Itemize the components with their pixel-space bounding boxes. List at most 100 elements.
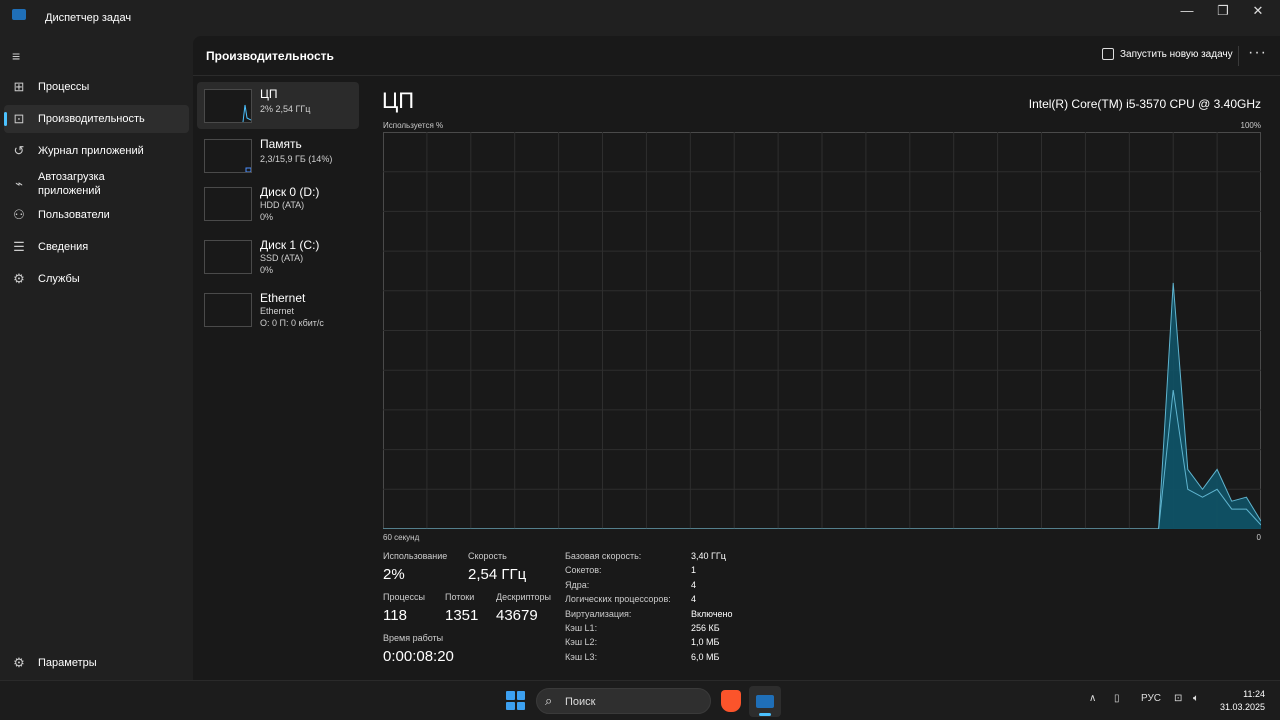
device-detail: 2,3/15,9 ГБ (14%) (260, 154, 333, 164)
info-label: Кэш L3: (565, 652, 598, 662)
usage-label: Использование (383, 551, 448, 561)
hamburger-menu-icon[interactable]: ≡ (12, 48, 20, 64)
device-memory[interactable]: Память 2,3/15,9 ГБ (14%) (197, 132, 359, 179)
page-title: Производительность (206, 49, 334, 63)
device-throughput: О: 0 П: 0 кбит/с (260, 318, 324, 328)
brave-browser-icon[interactable] (721, 690, 741, 712)
device-detail: Ethernet (260, 306, 295, 316)
chart-y-label: Используется % (383, 121, 444, 130)
sidebar: ≡ ⊞ Процессы ⊡ Производительность ↺ Журн… (0, 36, 193, 680)
sidebar-item-label: Процессы (38, 81, 90, 93)
clock[interactable]: 11:24 31.03.2025 (1220, 688, 1265, 714)
processes-value: 118 (383, 607, 407, 624)
active-indicator (4, 112, 7, 126)
taskbar-search[interactable]: ⌕ Поиск (536, 688, 711, 714)
performance-icon: ⊡ (13, 111, 25, 126)
sidebar-item-label: Автозагрузка приложений (38, 171, 105, 197)
processes-icon: ⊞ (13, 79, 25, 94)
sidebar-item-performance[interactable]: ⊡ Производительность (4, 105, 189, 133)
device-ethernet[interactable]: Ethernet Ethernet О: 0 П: 0 кбит/с (197, 286, 359, 333)
task-manager-app-icon (12, 9, 26, 20)
chart-x-min-label: 0 (1256, 533, 1261, 542)
speed-label: Скорость (468, 551, 507, 561)
details-icon: ☰ (13, 239, 25, 254)
device-disk-1[interactable]: Диск 1 (C:) SSD (ATA) 0% (197, 233, 359, 280)
title-bar: Диспетчер задач — ❐ ✕ (0, 0, 1280, 36)
sidebar-item-label: Производительность (38, 113, 145, 125)
run-new-task-button[interactable]: Запустить новую задачу (1102, 48, 1233, 60)
close-button[interactable]: ✕ (1240, 0, 1276, 24)
users-icon: ⚇ (13, 207, 25, 222)
task-manager-taskbar-button[interactable] (749, 686, 781, 717)
search-icon: ⌕ (545, 693, 553, 708)
sidebar-item-label: Пользователи (38, 209, 110, 221)
main-panel: Производительность Запустить новую задач… (193, 36, 1280, 680)
sidebar-item-label: Журнал приложений (38, 145, 144, 157)
info-label: Кэш L1: (565, 623, 598, 633)
new-task-icon (1102, 48, 1114, 60)
info-label: Базовая скорость: (565, 551, 642, 561)
more-options-button[interactable]: ··· (1248, 44, 1267, 62)
window-title: Диспетчер задач (45, 12, 132, 24)
network-icon[interactable]: ⊡ (1174, 693, 1182, 704)
chart-x-label: 60 секунд (383, 533, 420, 542)
gear-icon: ⚙ (13, 655, 25, 670)
device-cpu[interactable]: ЦП 2% 2,54 ГГц (197, 82, 359, 129)
processes-label: Процессы (383, 592, 426, 602)
device-name: Память (260, 137, 302, 151)
services-icon: ⚙ (13, 271, 25, 286)
info-label: Сокетов: (565, 565, 602, 575)
chevron-up-icon[interactable]: ∧ (1089, 693, 1096, 704)
info-label: Виртуализация: (565, 609, 632, 619)
volume-icon[interactable]: 🔈︎ (1193, 693, 1199, 704)
info-value: 4 (691, 594, 697, 604)
running-indicator (759, 713, 771, 716)
history-icon: ↺ (13, 143, 25, 158)
info-value: 1,0 МБ (691, 637, 720, 647)
sidebar-item-users[interactable]: ⚇ Пользователи (4, 201, 189, 229)
device-name: Диск 0 (D:) (260, 185, 320, 199)
tray-app-icon[interactable]: ▯ (1114, 693, 1120, 704)
sidebar-item-settings[interactable]: ⚙ Параметры (4, 649, 189, 677)
sidebar-item-processes[interactable]: ⊞ Процессы (4, 73, 189, 101)
info-value: 3,40 ГГц (691, 551, 726, 561)
handles-label: Дескрипторы (496, 592, 551, 602)
device-usage: 0% (260, 265, 274, 275)
language-indicator[interactable]: РУС (1141, 693, 1161, 704)
time-text: 11:24 (1243, 689, 1265, 699)
info-value: 256 КБ (691, 623, 720, 633)
sidebar-item-services[interactable]: ⚙ Службы (4, 265, 189, 293)
detail-title: ЦП (382, 88, 415, 113)
sidebar-item-label: Сведения (38, 241, 89, 253)
startup-icon: ⌁ (15, 176, 23, 191)
info-value: Включено (691, 609, 733, 619)
device-usage: 0% (260, 212, 274, 222)
cpu-model: Intel(R) Core(TM) i5-3570 CPU @ 3.40GHz (1028, 97, 1261, 111)
disk1-thumbnail-graph (204, 240, 252, 274)
task-manager-icon (756, 695, 774, 708)
disk0-thumbnail-graph (204, 187, 252, 221)
info-value: 6,0 МБ (691, 652, 720, 662)
uptime-label: Время работы (383, 633, 444, 643)
threads-label: Потоки (445, 592, 475, 602)
sidebar-item-app-history[interactable]: ↺ Журнал приложений (4, 137, 189, 165)
usage-value: 2% (383, 566, 405, 583)
uptime-value: 0:00:08:20 (383, 648, 454, 665)
info-value: 1 (691, 565, 697, 575)
sidebar-item-label: Параметры (38, 657, 97, 669)
sidebar-item-startup[interactable]: ⌁ Автозагрузка приложений (4, 169, 189, 199)
device-detail: HDD (ATA) (260, 200, 305, 210)
start-button[interactable] (506, 691, 525, 710)
info-label: Логических процессоров: (565, 594, 671, 604)
device-name: Ethernet (260, 291, 306, 305)
device-disk-0[interactable]: Диск 0 (D:) HDD (ATA) 0% (197, 180, 359, 227)
device-detail: SSD (ATA) (260, 253, 304, 263)
handles-value: 43679 (496, 607, 538, 624)
sidebar-item-details[interactable]: ☰ Сведения (4, 233, 189, 261)
taskbar: ⌕ Поиск ∧ ▯ РУС ⊡ 🔈︎ 11:24 31.03.2025 (0, 680, 1280, 720)
maximize-button[interactable]: ❐ (1205, 0, 1241, 24)
search-placeholder: Поиск (565, 696, 596, 708)
header-divider (1238, 46, 1239, 66)
device-name: ЦП (260, 87, 278, 101)
minimize-button[interactable]: — (1169, 0, 1205, 24)
